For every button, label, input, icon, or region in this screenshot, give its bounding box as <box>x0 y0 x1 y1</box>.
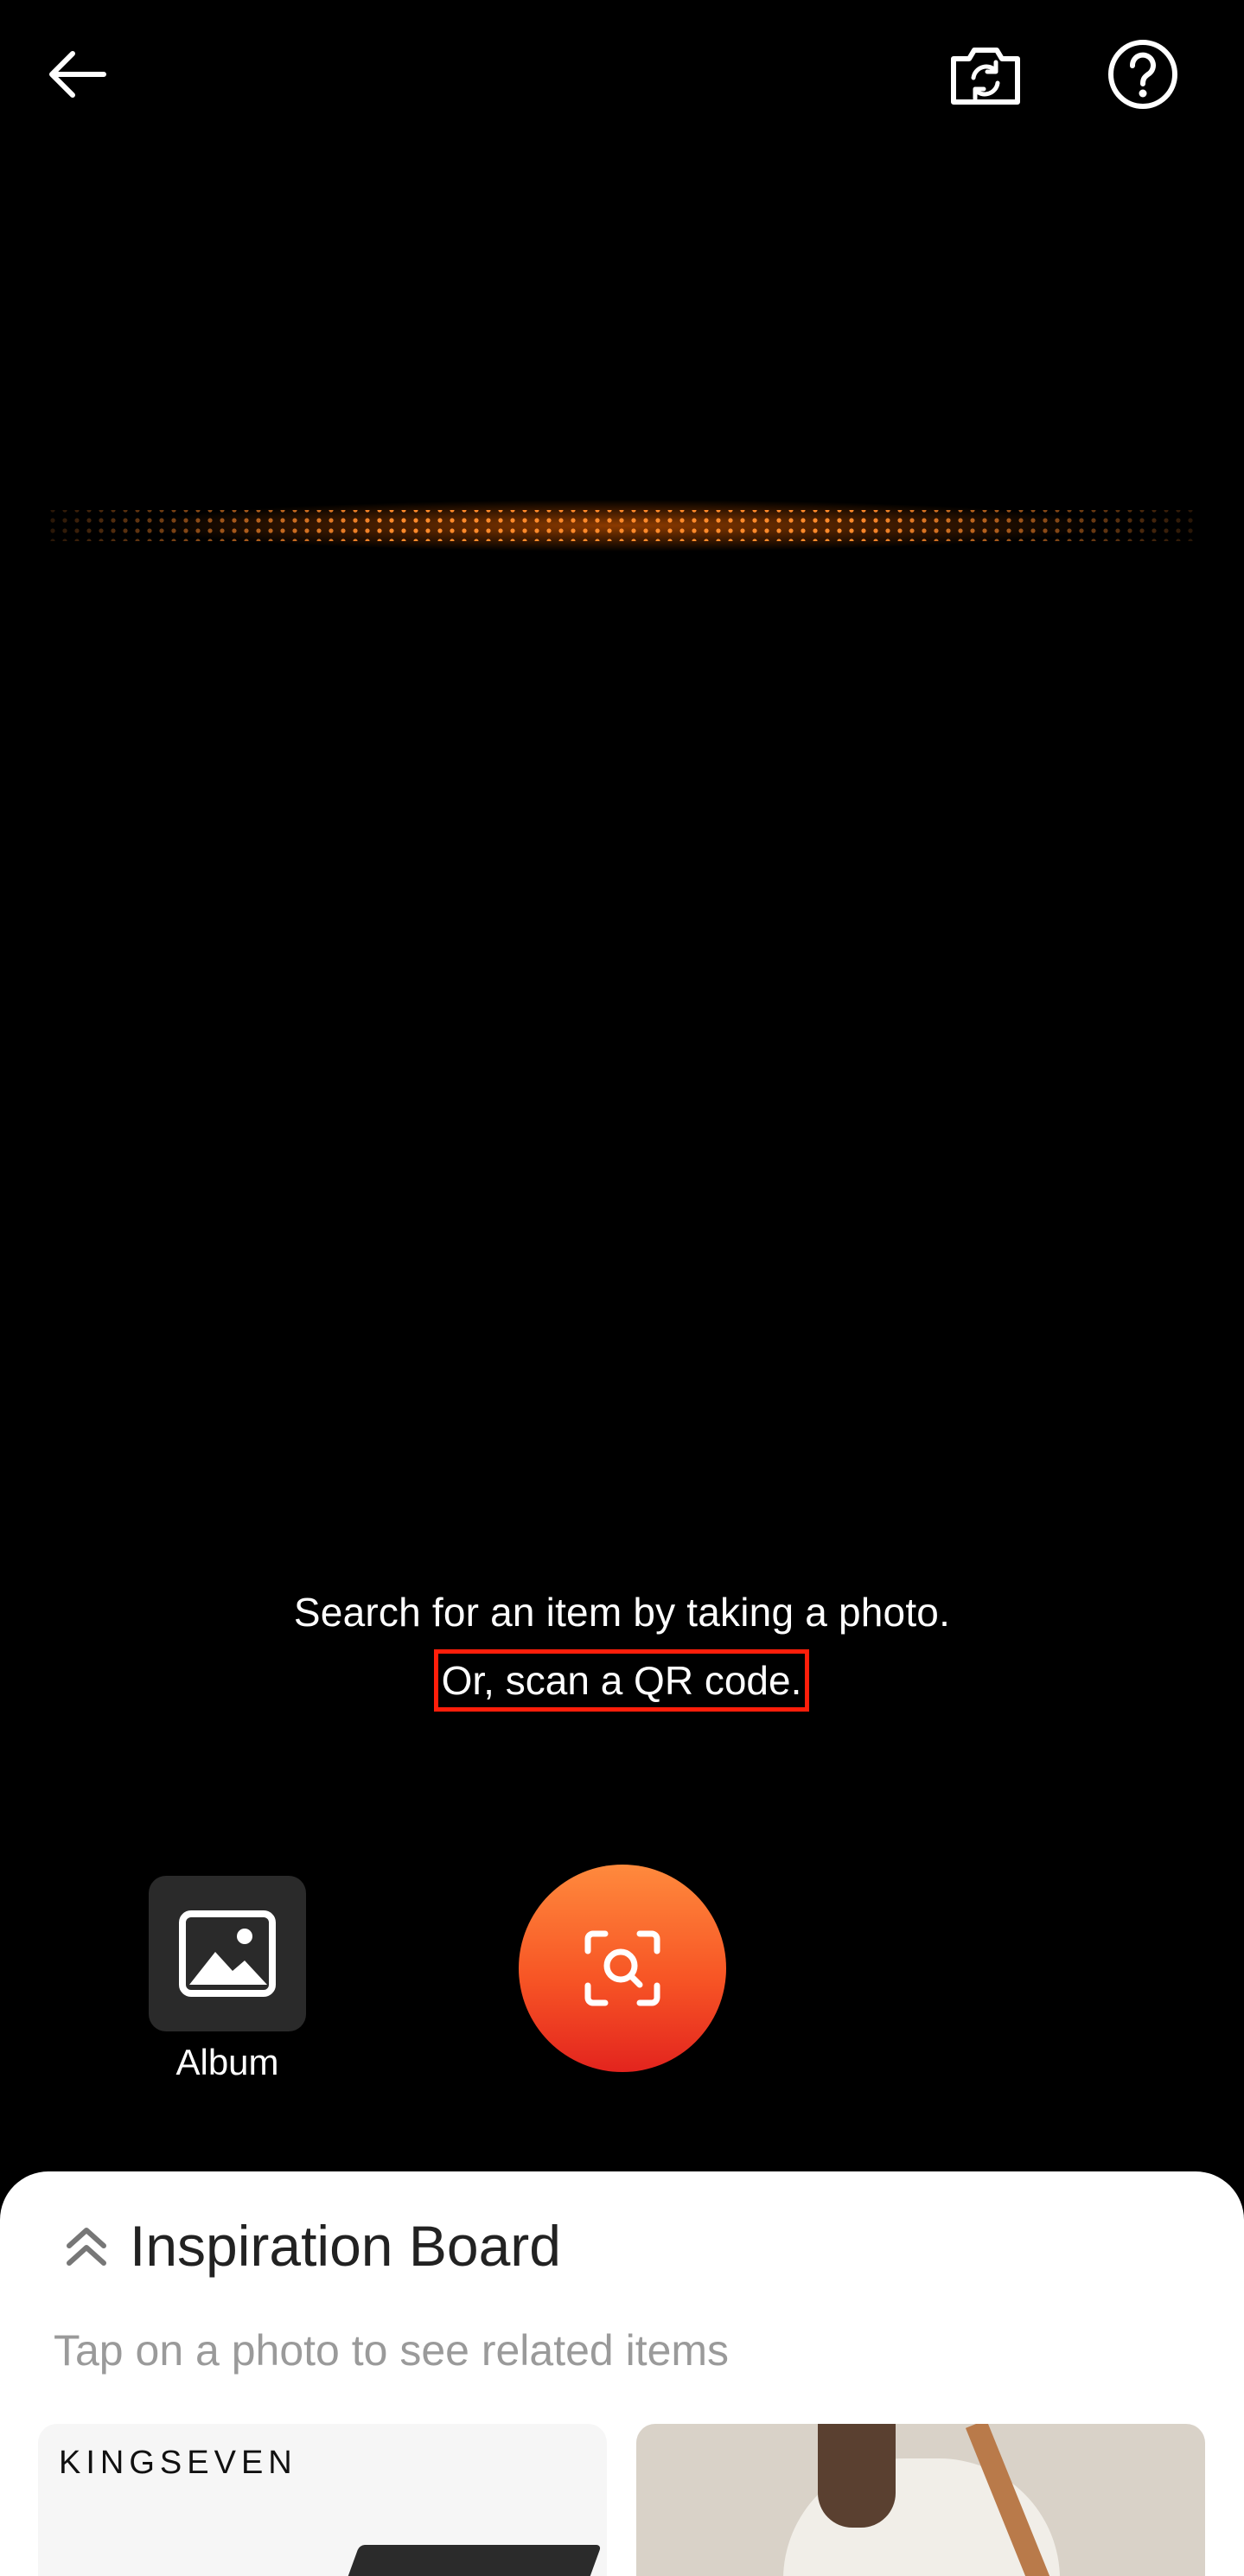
model-hair <box>818 2424 896 2528</box>
chevron-up-double-icon <box>67 2228 106 2266</box>
inspiration-board-title: Inspiration Board <box>130 2214 561 2278</box>
top-bar <box>0 0 1244 147</box>
camera-flip-button[interactable] <box>941 31 1030 118</box>
hint-text: Search for an item by taking a photo. <box>293 1590 951 1635</box>
help-circle-icon <box>1108 40 1177 109</box>
album-button[interactable] <box>149 1876 306 2031</box>
help-button[interactable] <box>1100 31 1186 118</box>
visual-search-screen: Search for an item by taking a photo. Or… <box>0 0 1244 2576</box>
shutter-button[interactable] <box>519 1865 726 2072</box>
scan-line <box>47 500 1196 552</box>
product-image <box>322 2545 602 2576</box>
qr-hint-text: Or, scan a QR code. <box>434 1649 809 1712</box>
image-icon <box>179 1910 276 1997</box>
arrow-left-icon <box>49 51 106 98</box>
inspiration-card[interactable] <box>636 2424 1205 2576</box>
back-button[interactable] <box>35 31 121 118</box>
visual-search-icon <box>584 1930 660 2006</box>
inspiration-board-subtitle: Tap on a photo to see related items <box>54 2326 730 2375</box>
inspiration-board-header[interactable]: Inspiration Board <box>61 2213 561 2279</box>
album-label: Album <box>175 2042 279 2082</box>
camera-flip-icon <box>951 48 1020 105</box>
inspiration-board-sheet: Inspiration Board Tap on a photo to see … <box>0 2171 1244 2576</box>
inspiration-card[interactable]: KINGSEVEN <box>38 2424 607 2576</box>
card-brand-logo: KINGSEVEN <box>59 2445 297 2481</box>
